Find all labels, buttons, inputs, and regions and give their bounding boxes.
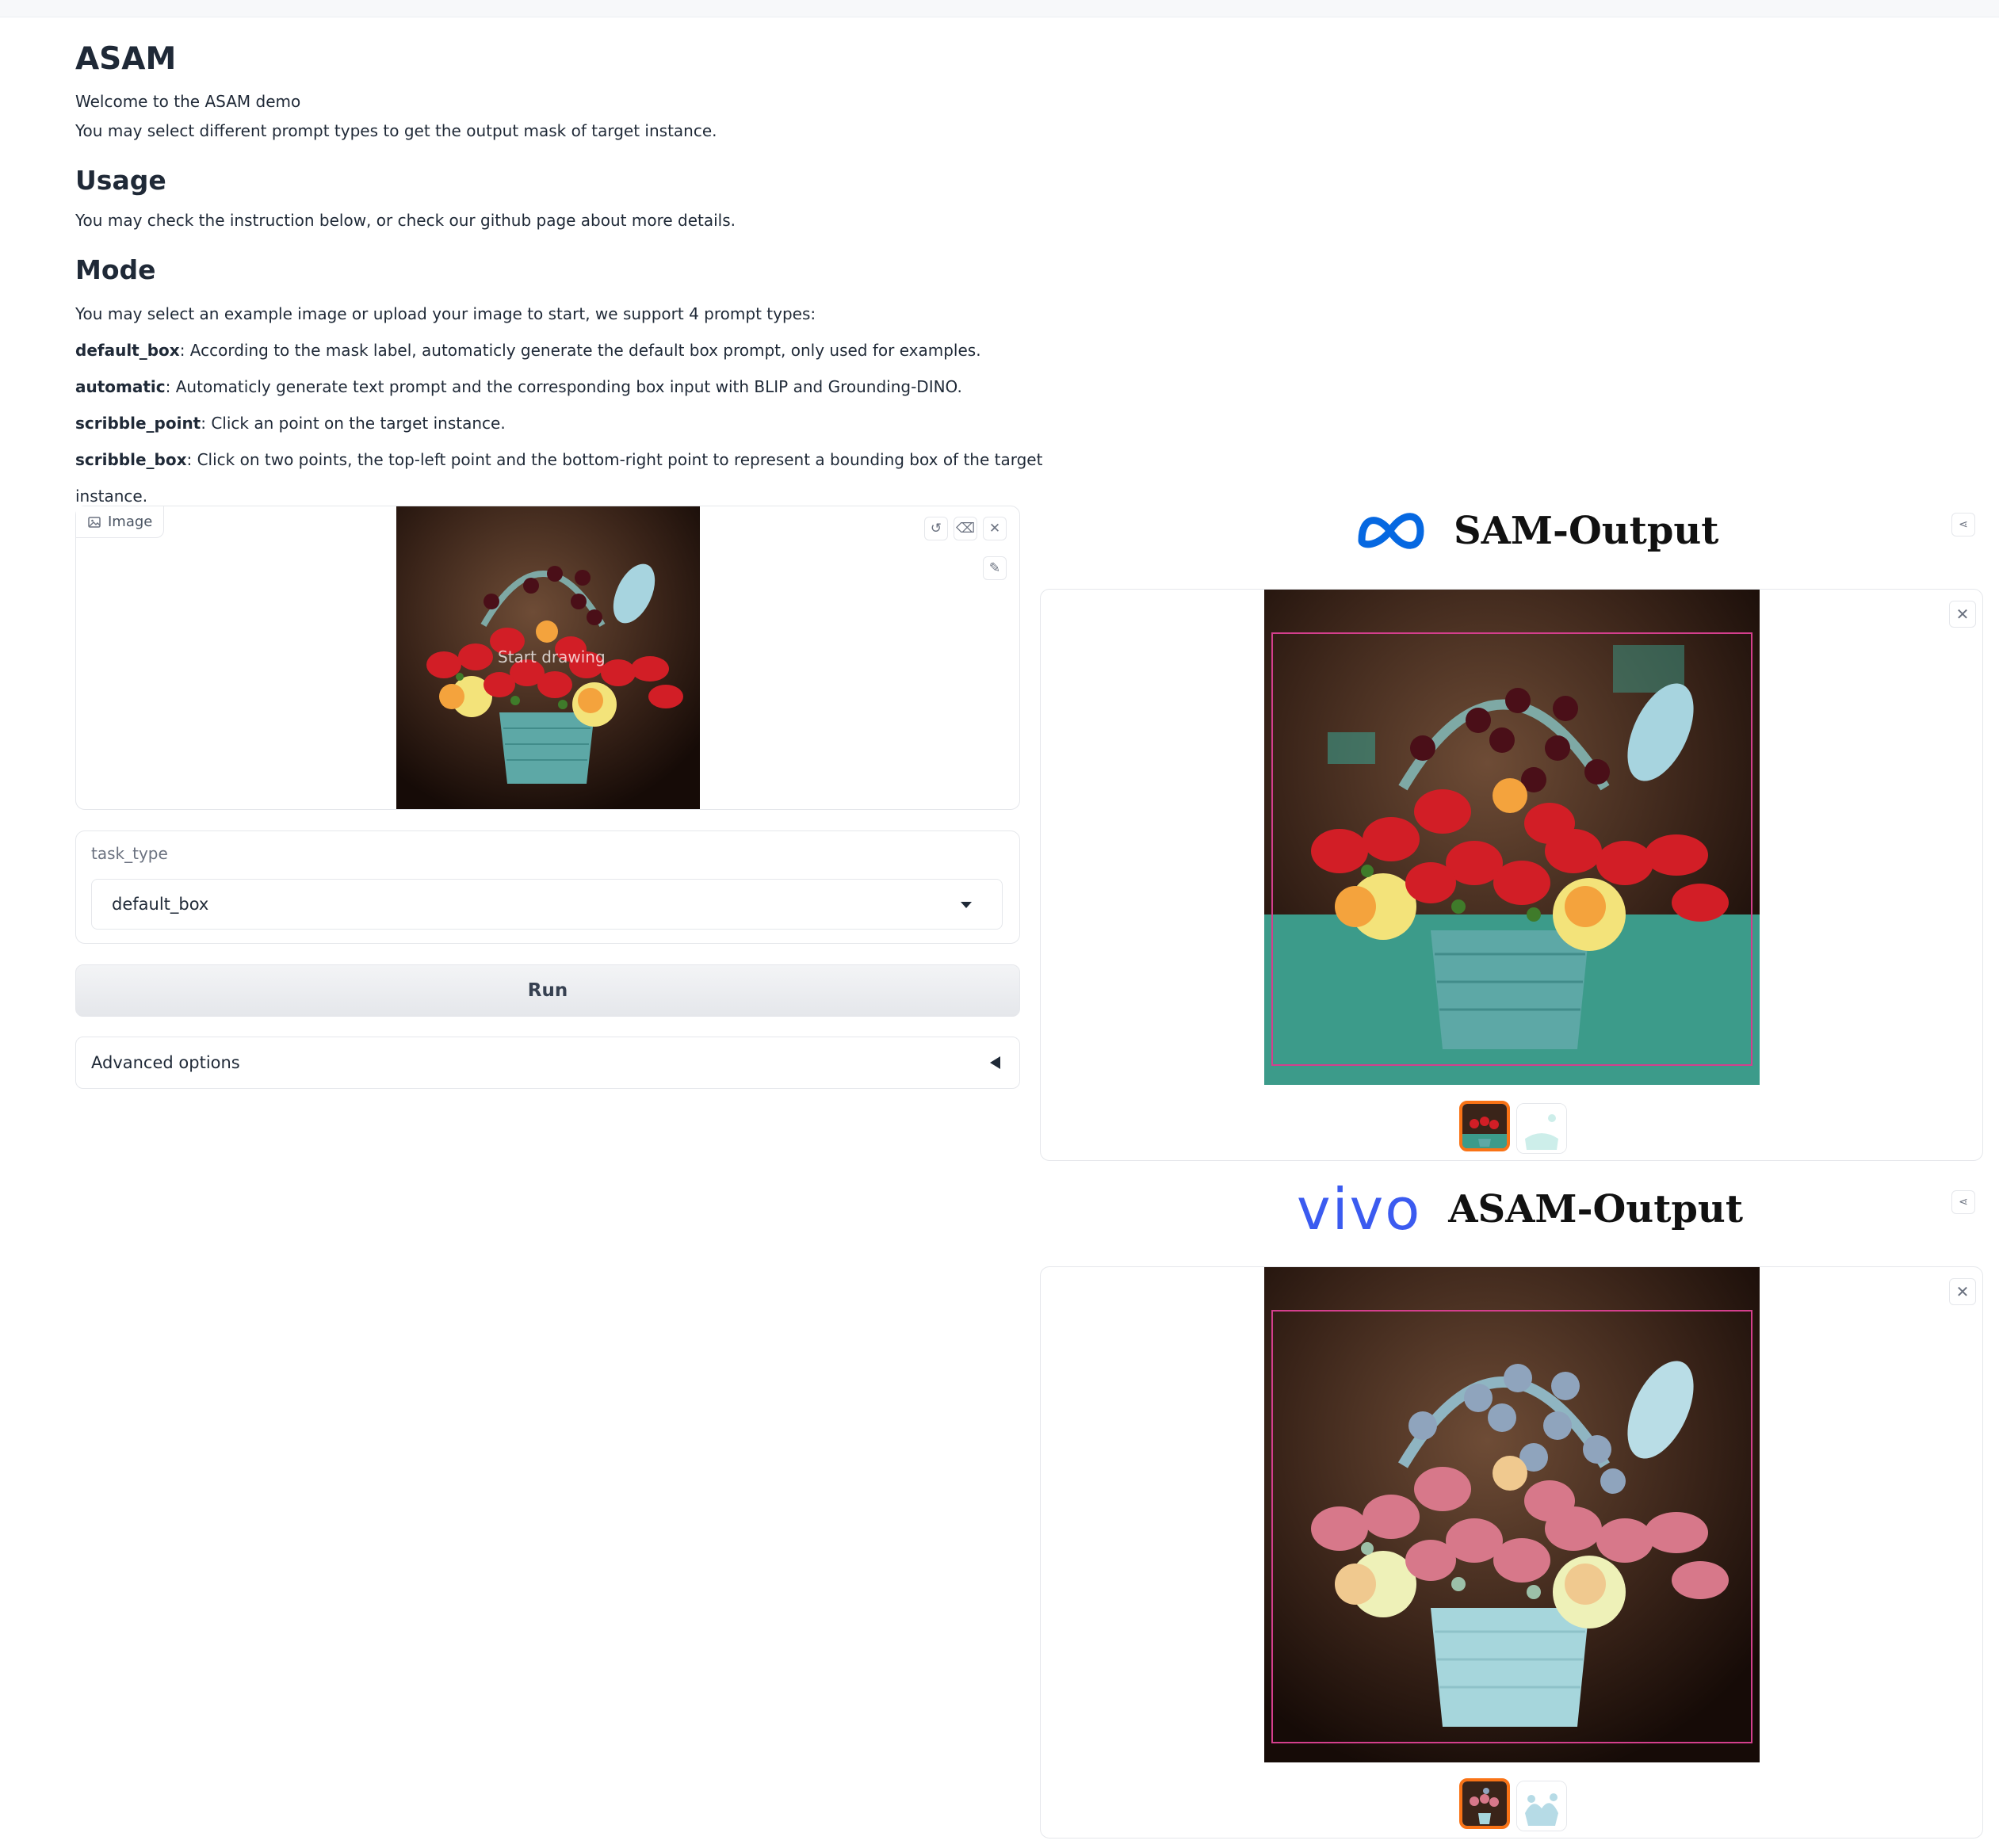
- asam-output-image[interactable]: [1264, 1267, 1760, 1762]
- sam-output-heading: SAM-Output: [1355, 507, 1718, 555]
- mode-intro: You may select an example image or uploa…: [75, 304, 816, 323]
- start-drawing-hint: Start drawing: [498, 647, 606, 666]
- task-type-label: task_type: [91, 844, 168, 863]
- advanced-options-accordion[interactable]: Advanced options: [75, 1037, 1020, 1089]
- sam-mask-image: [1264, 590, 1760, 1085]
- welcome-text: Welcome to the ASAM demo: [75, 92, 301, 111]
- mode-item-default-box: default_box: According to the mask label…: [75, 341, 981, 360]
- intro-section: ASAM Welcome to the ASAM demo You may se…: [75, 40, 1106, 514]
- meta-logo-icon: [1358, 513, 1424, 549]
- page-title: ASAM: [75, 41, 177, 77]
- sam-output-gallery: ✕: [1040, 589, 1983, 1161]
- asam-output-title: ASAM-Output: [1448, 1187, 1743, 1231]
- gallery-thumbnail[interactable]: [1516, 1781, 1567, 1831]
- vivo-logo-icon: vivo: [1297, 1176, 1422, 1243]
- asam-mask-image: [1264, 1267, 1760, 1762]
- task-type-select[interactable]: default_box: [91, 879, 1003, 930]
- share-icon[interactable]: ⋖: [1951, 513, 1975, 536]
- task-type-value: default_box: [112, 895, 209, 914]
- chevron-down-icon: [961, 902, 972, 908]
- gallery-thumbnail[interactable]: [1459, 1778, 1510, 1829]
- task-type-panel: task_type default_box: [75, 830, 1020, 944]
- share-icon[interactable]: ⋖: [1951, 1190, 1975, 1214]
- close-icon[interactable]: ✕: [1949, 1278, 1976, 1305]
- sam-output-image[interactable]: [1264, 590, 1760, 1085]
- brush-icon[interactable]: ✎: [983, 556, 1007, 580]
- asam-output-heading: vivo ASAM-Output: [1297, 1181, 1743, 1238]
- triangle-left-icon: [990, 1056, 1000, 1069]
- advanced-options-label: Advanced options: [91, 1053, 240, 1072]
- top-bar: [0, 0, 1999, 17]
- close-icon[interactable]: ✕: [1949, 601, 1976, 628]
- image-label-badge: Image: [76, 506, 165, 538]
- usage-text: You may check the instruction below, or …: [75, 211, 736, 230]
- mode-item-scribble-box: scribble_box: Click on two points, the t…: [75, 450, 1043, 506]
- input-image-canvas[interactable]: Start drawing: [396, 506, 700, 809]
- mode-item-automatic: automatic: Automaticly generate text pro…: [75, 377, 962, 396]
- asam-output-gallery: ✕: [1040, 1266, 1983, 1838]
- subtitle-text: You may select different prompt types to…: [75, 121, 717, 140]
- sam-output-title: SAM-Output: [1454, 509, 1719, 553]
- image-input-panel: Image Start drawing ↺ ⌫ ✕ ✎: [75, 506, 1020, 810]
- undo-icon[interactable]: ↺: [924, 517, 948, 540]
- run-button[interactable]: Run: [75, 964, 1020, 1017]
- mode-item-scribble-point: scribble_point: Click an point on the ta…: [75, 414, 506, 433]
- eraser-icon[interactable]: ⌫: [954, 517, 977, 540]
- mode-heading: Mode: [75, 254, 156, 285]
- image-icon: [88, 516, 101, 528]
- gallery-thumbnail[interactable]: [1459, 1101, 1510, 1151]
- gallery-thumbnail[interactable]: [1516, 1103, 1567, 1154]
- usage-heading: Usage: [75, 165, 166, 196]
- close-icon[interactable]: ✕: [983, 517, 1007, 540]
